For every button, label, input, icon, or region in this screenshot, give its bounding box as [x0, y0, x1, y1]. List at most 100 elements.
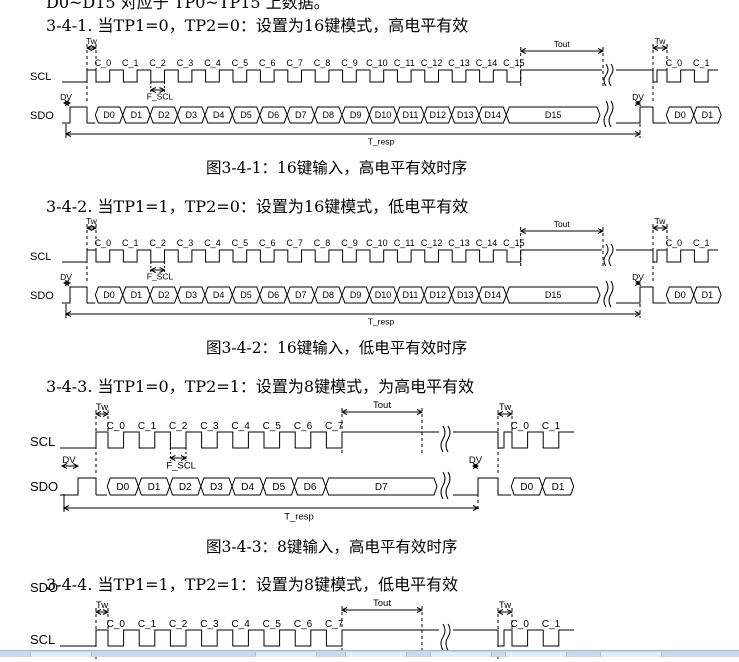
clock-label-c-12: C_12	[421, 58, 443, 68]
sdo-data-d2-label: D2	[158, 110, 170, 120]
sdo-data-d2-label: D2	[158, 290, 170, 300]
sdo-data-d4-label: D4	[213, 290, 225, 300]
clock-label-c-6: C_6	[259, 58, 276, 68]
sdo-restart-data-0-label: D0	[520, 482, 533, 493]
clock-label-c-14: C_14	[476, 238, 498, 248]
scl-break-mark	[603, 243, 609, 267]
restart-clock-label-0: C_0	[511, 421, 530, 432]
f-scl-label: F_SCL	[166, 461, 196, 472]
sdo-data-d14-label: D14	[484, 110, 501, 120]
clock-label-c-0: C_0	[107, 421, 126, 432]
clock-label-c-14: C_14	[476, 58, 498, 68]
clock-label-c-9: C_9	[341, 238, 358, 248]
clock-label-c-5: C_5	[232, 238, 249, 248]
sdo-restart-data-0-label: D0	[674, 110, 686, 120]
sdo-restart-dv-pulse	[616, 286, 667, 304]
clock-label-c-13: C_13	[448, 238, 470, 248]
t-resp-label: T_resp	[368, 317, 395, 327]
sdo-data-d4-label: D4	[213, 110, 225, 120]
sdo-data-d0-label: D0	[103, 110, 115, 120]
clock-label-c-1: C_1	[138, 619, 157, 630]
clock-label-c-7: C_7	[325, 619, 344, 630]
sdo-data-d6-label: D6	[268, 290, 280, 300]
taskbar-button[interactable]	[430, 652, 492, 657]
sdo-data-d5-label: D5	[240, 290, 252, 300]
figure-caption-3-4-2: 图3-4-2：16键输入，低电平有效时序	[206, 339, 468, 357]
restart-clock-label-1: C_1	[693, 58, 710, 68]
scl-break-mark	[608, 63, 614, 87]
sdo-restart-data-0-label: D0	[674, 290, 686, 300]
scl-restart-waveform	[453, 431, 574, 449]
sdo-data-d8-label: D8	[322, 110, 334, 120]
sdo-break-mark	[603, 100, 609, 128]
scl-restart-waveform	[616, 249, 718, 263]
clock-label-c-10: C_10	[366, 58, 388, 68]
dv-label: DV	[60, 92, 72, 102]
taskbar-button[interactable]	[600, 652, 662, 657]
timing-diagram-16-key-active-high: SCL SDO C_0 C_1 C_2 C_3 C_4 C_5 C_6 C_7 C_8 C_9 C_10…	[30, 36, 722, 147]
clock-label-c-0: C_0	[95, 238, 112, 248]
clock-label-c-4: C_4	[204, 238, 221, 248]
clock-label-c-9: C_9	[341, 58, 358, 68]
sdo-data-d14-label: D14	[484, 290, 501, 300]
restart-dv-label: DV	[632, 272, 644, 282]
clock-label-c-7: C_7	[286, 238, 303, 248]
scl-break-mark	[445, 623, 451, 651]
sdo-data-d0-label: D0	[103, 290, 115, 300]
sdo-data-d9-label: D9	[350, 290, 362, 300]
clock-label-c-1: C_1	[122, 58, 139, 68]
scl-break-mark	[440, 623, 446, 651]
sdo-restart-data-1-label: D1	[702, 290, 714, 300]
sdo-break-mark	[445, 471, 451, 500]
scl-break-mark	[445, 425, 451, 453]
restart-tw-label: Tw	[655, 216, 667, 226]
clock-label-c-3: C_3	[177, 238, 194, 248]
sdo-signal-label: SDO	[30, 580, 58, 595]
sdo-signal-label: SDO	[30, 110, 54, 122]
clock-label-c-7: C_7	[325, 421, 344, 432]
sdo-data-d1-label: D1	[131, 290, 143, 300]
sdo-data-d5-label: D5	[240, 110, 252, 120]
taskbar-button[interactable]	[255, 652, 317, 657]
restart-tw-label: Tw	[499, 600, 511, 611]
clock-label-c-0: C_0	[95, 58, 112, 68]
sdo-data-d11-label: D11	[402, 110, 418, 120]
sdo-data-d12-label: D12	[430, 290, 447, 300]
tw-label: Tw	[96, 600, 108, 611]
sdo-data-d6-label: D6	[268, 110, 280, 120]
tout-label: Tout	[373, 400, 391, 411]
scl-signal-label: SCL	[30, 632, 55, 647]
taskbar-button[interactable]	[505, 652, 567, 657]
f-scl-label: F_SCL	[147, 272, 174, 282]
restart-clock-label-0: C_0	[666, 58, 683, 68]
sdo-restart-dv-pulse	[616, 106, 667, 124]
taskbar-button[interactable]	[30, 652, 92, 657]
clock-label-c-4: C_4	[231, 421, 250, 432]
sdo-signal-label: SDO	[30, 290, 54, 302]
scl-break-mark	[603, 63, 609, 87]
sdo-data-d2-label: D2	[179, 482, 192, 493]
tw-label: Tw	[96, 402, 108, 413]
clock-label-c-5: C_5	[263, 619, 282, 630]
sdo-data-d13-label: D13	[457, 110, 474, 120]
scl-restart-waveform	[453, 629, 574, 647]
clock-label-c-3: C_3	[200, 619, 219, 630]
taskbar-button[interactable]	[345, 652, 407, 657]
tout-label: Tout	[554, 39, 571, 49]
restart-clock-label-1: C_1	[693, 238, 710, 248]
sdo-restart-data-1-label: D1	[552, 482, 565, 493]
sdo-data-d11-label: D11	[402, 290, 418, 300]
restart-tw-label: Tw	[655, 36, 667, 46]
clock-label-c-2: C_2	[149, 58, 166, 68]
sdo-data-d3-label: D3	[185, 110, 197, 120]
sdo-dv-pulse	[60, 477, 97, 496]
tw-label: Tw	[86, 216, 98, 226]
t-resp-label: T_resp	[368, 137, 395, 147]
sdo-data-d7-label: D7	[295, 290, 307, 300]
sdo-data-d15-label: D15	[545, 290, 562, 300]
restart-clock-label-1: C_1	[542, 421, 561, 432]
scl-break-mark	[440, 425, 446, 453]
clock-label-c-13: C_13	[448, 58, 470, 68]
restart-dv-label: DV	[632, 92, 644, 102]
sdo-data-d10-label: D10	[375, 110, 392, 120]
